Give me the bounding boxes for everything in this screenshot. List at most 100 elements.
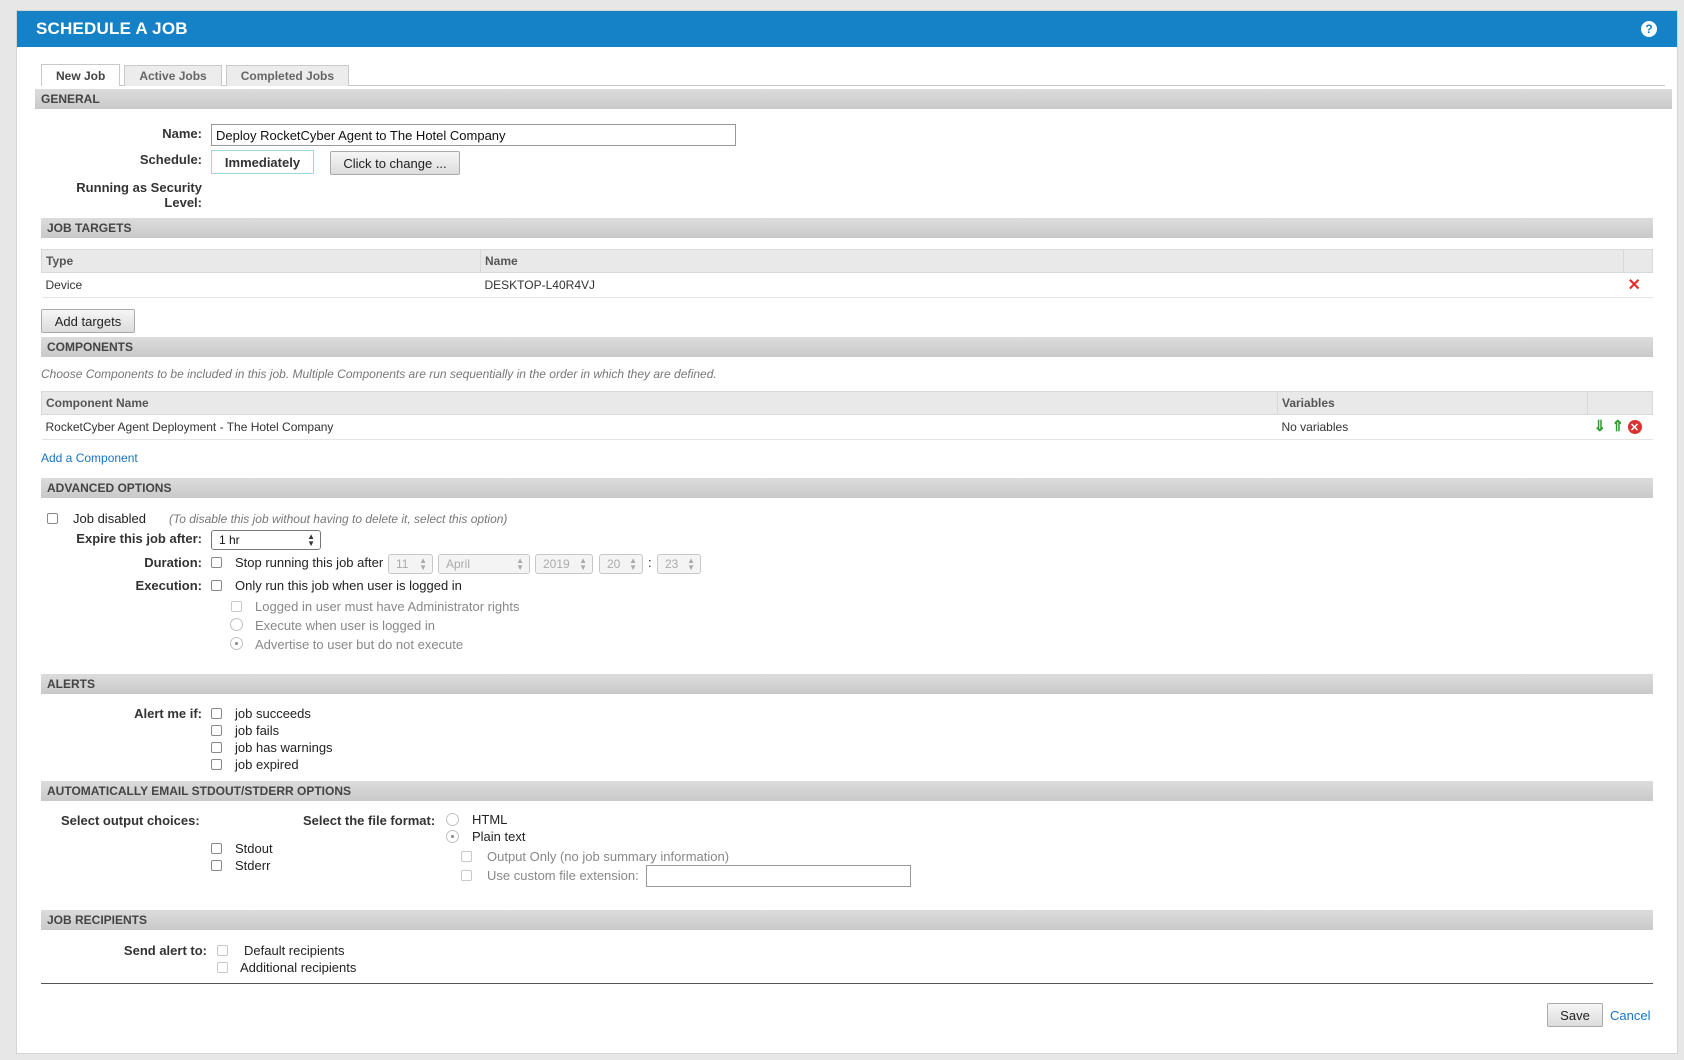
format-plain-radio[interactable]: [446, 830, 459, 843]
targets-table: Type Name Device DESKTOP-L40R4VJ ✕: [41, 249, 1653, 298]
schedule-job-window: SCHEDULE A JOB ? New Job Active Jobs Com…: [16, 10, 1678, 1054]
components-description: Choose Components to be included in this…: [41, 367, 717, 381]
alert-expired-checkbox[interactable]: [211, 759, 222, 770]
security-level-label: Running as Security Level:: [76, 180, 202, 210]
targets-col-name: Name: [480, 249, 1624, 273]
name-label: Name:: [162, 126, 202, 141]
job-disabled-checkbox[interactable]: [47, 513, 58, 524]
select-arrows-icon: ▲ ▼: [307, 532, 315, 548]
section-general-header: GENERAL: [35, 89, 1672, 109]
day-select[interactable]: 11 ▲ ▼: [388, 554, 433, 574]
schedule-label: Schedule:: [139, 152, 202, 167]
tab-new-job[interactable]: New Job: [41, 64, 121, 86]
time-colon: :: [648, 555, 652, 570]
month-select[interactable]: April ▲ ▼: [438, 554, 530, 574]
execution-label: Execution:: [135, 578, 202, 593]
day-value: 11: [396, 557, 409, 571]
expire-value: 1 hr: [219, 533, 240, 547]
name-input[interactable]: [211, 124, 736, 146]
help-icon[interactable]: ?: [1641, 21, 1657, 37]
default-recipients-label: Default recipients: [244, 943, 345, 958]
custom-ext-checkbox[interactable]: [461, 870, 472, 881]
table-row: Device DESKTOP-L40R4VJ ✕: [41, 272, 1653, 298]
output-only-label: Output Only (no job summary information): [487, 849, 730, 864]
tab-bar: New Job Active Jobs Completed Jobs: [41, 57, 1665, 86]
tab-completed-jobs[interactable]: Completed Jobs: [225, 65, 350, 86]
additional-recipients-checkbox[interactable]: [217, 962, 228, 973]
admin-rights-checkbox[interactable]: [231, 601, 242, 612]
select-arrows-icon: ▲ ▼: [579, 556, 587, 572]
change-schedule-button[interactable]: Click to change ...: [330, 151, 460, 175]
hour-select[interactable]: 20 ▲ ▼: [599, 554, 643, 574]
stderr-checkbox[interactable]: [211, 860, 222, 871]
schedule-value: Immediately: [211, 150, 314, 174]
targets-col-type: Type: [41, 249, 481, 273]
stdout-checkbox[interactable]: [211, 843, 222, 854]
add-targets-button[interactable]: Add targets: [41, 309, 135, 333]
default-recipients-checkbox[interactable]: [217, 945, 228, 956]
format-html-label: HTML: [472, 812, 508, 827]
alert-warnings-label: job has warnings: [235, 740, 333, 755]
select-arrows-icon: ▲ ▼: [516, 556, 524, 572]
remove-component-icon[interactable]: ✕: [1627, 420, 1642, 434]
move-up-icon[interactable]: ⇑: [1612, 417, 1625, 435]
alert-fails-label: job fails: [235, 723, 280, 738]
security-label-line1: Running as Security: [76, 180, 202, 195]
month-value: April: [446, 557, 471, 571]
stderr-label: Stderr: [235, 858, 271, 873]
select-arrows-icon: ▲ ▼: [419, 556, 427, 572]
cancel-link[interactable]: Cancel: [1610, 1008, 1650, 1023]
section-advanced-header: ADVANCED OPTIONS: [41, 478, 1653, 498]
delete-target-icon[interactable]: ✕: [1628, 275, 1641, 295]
minute-value: 23: [665, 557, 679, 571]
alert-me-label: Alert me if:: [134, 706, 202, 721]
advertise-label: Advertise to user but do not execute: [255, 637, 464, 652]
minute-select[interactable]: 23 ▲ ▼: [657, 554, 701, 574]
add-component-link[interactable]: Add a Component: [41, 451, 138, 465]
alert-succeeds-checkbox[interactable]: [211, 708, 222, 719]
components-col-name: Component Name: [41, 391, 1278, 415]
output-only-checkbox[interactable]: [461, 851, 472, 862]
execution-checkbox[interactable]: [211, 580, 222, 591]
advertise-radio[interactable]: [230, 637, 243, 650]
component-name: RocketCyber Agent Deployment - The Hotel…: [41, 414, 1278, 440]
select-arrows-icon: ▲ ▼: [687, 556, 695, 572]
year-value: 2019: [543, 557, 570, 571]
custom-ext-input[interactable]: [646, 865, 911, 887]
targets-col-actions: [1623, 249, 1653, 273]
section-recipients-header: JOB RECIPIENTS: [41, 910, 1653, 930]
job-disabled-hint: (To disable this job without having to d…: [169, 512, 508, 526]
component-actions: ⇓ ⇑ ✕: [1587, 414, 1653, 440]
alert-expired-label: job expired: [235, 757, 299, 772]
move-down-icon[interactable]: ⇓: [1594, 417, 1607, 435]
section-alerts-header: ALERTS: [41, 674, 1653, 694]
stdout-label: Stdout: [235, 841, 273, 856]
format-html-radio[interactable]: [446, 813, 459, 826]
file-format-label: Select the file format:: [303, 813, 436, 828]
components-col-actions: [1587, 391, 1653, 415]
admin-rights-label: Logged in user must have Administrator r…: [255, 599, 520, 614]
format-plain-label: Plain text: [472, 829, 526, 844]
alert-succeeds-label: job succeeds: [235, 706, 311, 721]
execute-logged-label: Execute when user is logged in: [255, 618, 435, 633]
table-row: RocketCyber Agent Deployment - The Hotel…: [41, 414, 1653, 440]
target-type: Device: [41, 272, 481, 298]
tab-active-jobs[interactable]: Active Jobs: [124, 65, 222, 86]
section-job-targets-header: JOB TARGETS: [41, 218, 1653, 238]
duration-checkbox[interactable]: [211, 557, 222, 568]
job-disabled-label: Job disabled: [73, 511, 146, 526]
expire-select[interactable]: 1 hr ▲ ▼: [211, 530, 321, 550]
alert-fails-checkbox[interactable]: [211, 725, 222, 736]
output-choices-label: Select output choices:: [61, 813, 200, 828]
execute-logged-radio[interactable]: [230, 618, 243, 631]
duration-label: Duration:: [144, 555, 202, 570]
section-components-header: COMPONENTS: [41, 337, 1653, 357]
alert-warnings-checkbox[interactable]: [211, 742, 222, 753]
window-title: SCHEDULE A JOB: [36, 19, 188, 38]
additional-recipients-label: Additional recipients: [240, 960, 357, 975]
components-col-variables: Variables: [1277, 391, 1588, 415]
select-arrows-icon: ▲ ▼: [629, 556, 637, 572]
components-table: Component Name Variables RocketCyber Age…: [41, 391, 1653, 440]
save-button[interactable]: Save: [1547, 1003, 1603, 1027]
year-select[interactable]: 2019 ▲ ▼: [535, 554, 593, 574]
